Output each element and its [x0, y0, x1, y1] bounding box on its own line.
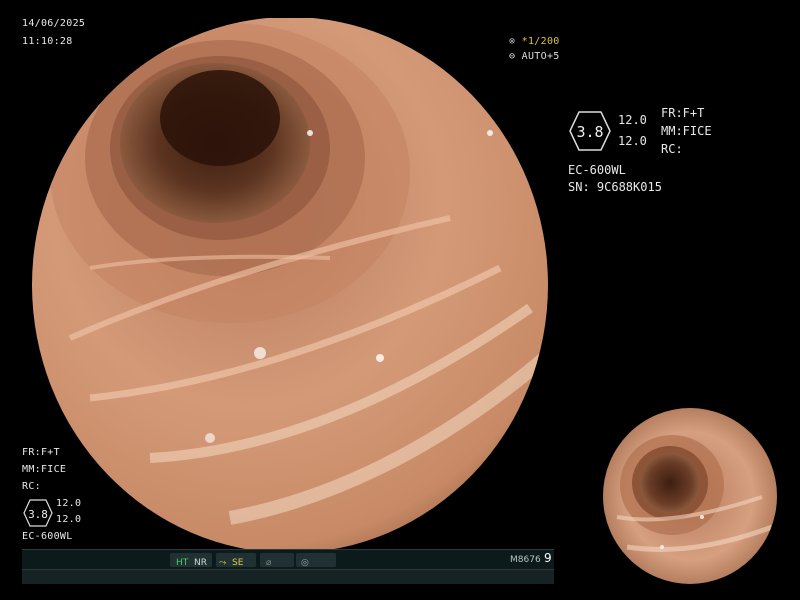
value-top: 12.0	[618, 113, 647, 127]
capture-icon: ◎	[301, 558, 309, 568]
status-bar-lower	[22, 569, 554, 584]
rc-label-lower: RC:	[22, 481, 41, 492]
value-top-lower: 12.0	[56, 498, 82, 509]
hex-value-lower: 3.8	[28, 508, 48, 521]
serial-number: SN: 9C688K015	[568, 180, 662, 194]
auto-indicator: ⊖ AUTO+5	[509, 51, 560, 62]
zoom-indicator: ⊗ *1/200	[509, 36, 560, 47]
endoscopy-main-view	[32, 18, 548, 553]
freeze-icon: ⌀	[266, 558, 272, 568]
ht-label: HT	[176, 558, 189, 568]
fr-label-lower: FR:F+T	[22, 447, 60, 458]
time-label: 11:10:28	[22, 36, 73, 47]
se-label: SE	[232, 558, 244, 568]
se-icon: ⤳	[219, 558, 227, 568]
endoscopy-pip-view	[603, 408, 777, 584]
freeze-segment[interactable]: ⌀	[260, 553, 294, 568]
se-segment[interactable]: ⤳ SE	[216, 553, 256, 568]
value-bottom: 12.0	[618, 134, 647, 148]
hex-badge-lower: 3.8	[23, 499, 53, 527]
hex-badge: 3.8	[569, 111, 611, 151]
status-code: M8676	[510, 555, 541, 565]
hex-value: 3.8	[576, 123, 603, 141]
auto-icon: ⊖	[509, 51, 516, 62]
nr-label: NR	[194, 558, 207, 568]
capture-segment[interactable]: ◎	[296, 553, 336, 568]
scope-model-lower: EC-600WL	[22, 531, 73, 542]
status-bar: HT NR ⤳ SE ⌀ ◎ M8676 9	[22, 549, 554, 570]
value-bottom-lower: 12.0	[56, 514, 82, 525]
scope-model: EC-600WL	[568, 163, 626, 177]
ht-nr-segment[interactable]: HT NR	[170, 553, 212, 568]
fr-label: FR:F+T	[661, 106, 705, 120]
zoom-icon: ⊗	[509, 36, 516, 47]
mm-label: MM:FICE	[661, 124, 712, 138]
mm-label-lower: MM:FICE	[22, 464, 67, 475]
date-label: 14/06/2025	[22, 18, 86, 29]
page-number: 9	[544, 551, 552, 565]
rc-label: RC:	[661, 142, 683, 156]
